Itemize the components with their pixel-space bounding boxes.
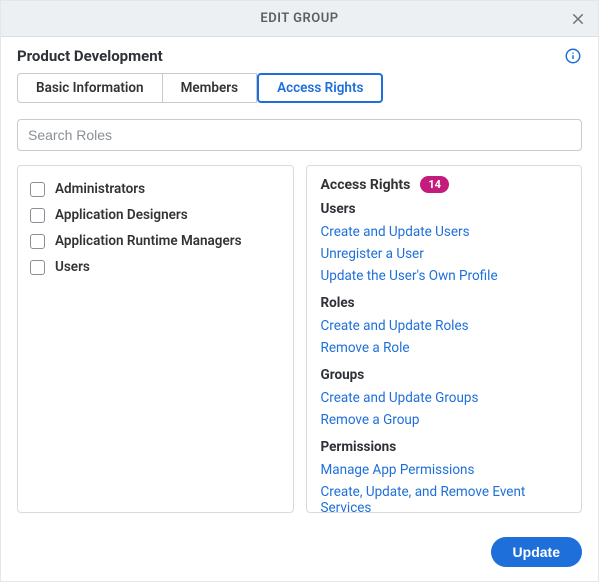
title-row: Product Development (17, 47, 582, 65)
rights-title: Access Rights (321, 177, 411, 193)
roles-panel[interactable]: Administrators Application Designers Appli… (17, 165, 294, 513)
checkbox-icon[interactable] (30, 234, 45, 249)
right-link[interactable]: Update the User's Own Profile (321, 265, 568, 287)
right-link[interactable]: Create, Update, and Remove Event Service… (321, 481, 568, 513)
rights-section-title: Users (321, 201, 568, 217)
search-input[interactable] (17, 119, 582, 151)
rights-header: Access Rights 14 (321, 176, 568, 193)
right-link[interactable]: Manage App Permissions (321, 459, 568, 481)
right-link[interactable]: Remove a Role (321, 337, 568, 359)
rights-section-title: Groups (321, 367, 568, 383)
rights-section-title: Permissions (321, 439, 568, 455)
role-label: Application Runtime Managers (55, 233, 242, 249)
panels: Administrators Application Designers Appli… (17, 165, 582, 513)
modal-title: EDIT GROUP (260, 11, 338, 26)
tab-basic-information[interactable]: Basic Information (17, 73, 163, 103)
role-item[interactable]: Users (18, 254, 293, 280)
right-link[interactable]: Create and Update Roles (321, 315, 568, 337)
rights-count-badge: 14 (420, 176, 449, 193)
role-item[interactable]: Application Runtime Managers (18, 228, 293, 254)
close-icon[interactable] (566, 7, 590, 31)
role-label: Application Designers (55, 207, 188, 223)
checkbox-icon[interactable] (30, 182, 45, 197)
rights-panel[interactable]: Access Rights 14 Users Create and Update … (306, 165, 583, 513)
role-label: Administrators (55, 181, 145, 197)
role-item[interactable]: Administrators (18, 176, 293, 202)
tabs: Basic InformationMembersAccess Rights (17, 73, 582, 103)
edit-group-modal: EDIT GROUP Product Development Basic Inf… (0, 0, 599, 582)
group-name: Product Development (17, 47, 163, 65)
info-icon[interactable] (564, 47, 582, 65)
rights-section-title: Roles (321, 295, 568, 311)
modal-body: Product Development Basic InformationMem… (1, 37, 598, 527)
role-item[interactable]: Application Designers (18, 202, 293, 228)
right-link[interactable]: Create and Update Users (321, 221, 568, 243)
right-link[interactable]: Remove a Group (321, 409, 568, 431)
checkbox-icon[interactable] (30, 208, 45, 223)
modal-header: EDIT GROUP (1, 1, 598, 37)
checkbox-icon[interactable] (30, 260, 45, 275)
tab-members[interactable]: Members (163, 73, 257, 103)
role-label: Users (55, 259, 90, 275)
update-button[interactable]: Update (491, 537, 582, 567)
right-link[interactable]: Create and Update Groups (321, 387, 568, 409)
tab-access-rights[interactable]: Access Rights (257, 73, 383, 103)
modal-footer: Update (1, 527, 598, 581)
right-link[interactable]: Unregister a User (321, 243, 568, 265)
